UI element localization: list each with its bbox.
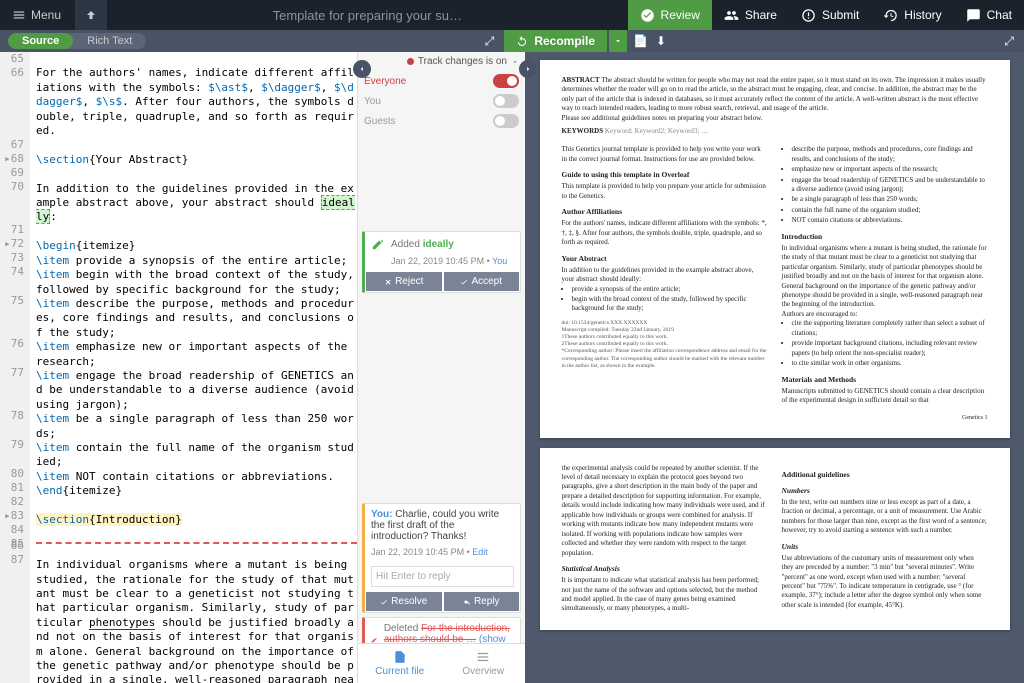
resolve-button[interactable]: Resolve — [366, 592, 442, 611]
divider-left[interactable] — [353, 60, 371, 78]
history-button[interactable]: History — [871, 0, 953, 30]
track-dot-icon — [407, 58, 414, 65]
review-button[interactable]: Review — [628, 0, 712, 30]
top-actions: Review Share Submit History Chat — [628, 0, 1024, 30]
menu-button[interactable]: Menu — [0, 0, 73, 30]
expand-editor-icon[interactable]: ⤢ — [475, 34, 505, 49]
recompile-dropdown[interactable] — [609, 30, 627, 52]
comment-reply-input[interactable]: Hit Enter to reply — [371, 566, 514, 587]
share-button[interactable]: Share — [712, 0, 789, 30]
toggle-you: You — [364, 91, 519, 111]
chat-button[interactable]: Chat — [954, 0, 1024, 30]
toolbar: Source Rich Text ⤢ Recompile 📄 ⬇ ⤢ — [0, 30, 1024, 52]
accept-button[interactable]: Accept — [444, 272, 520, 291]
toggle-everyone: Everyone — [364, 71, 519, 91]
track-changes-header[interactable]: Track changes is on — [358, 52, 525, 71]
toggle-guests-switch[interactable] — [493, 114, 519, 128]
pdf-viewer[interactable]: ABSTRACT The abstract should be written … — [525, 52, 1024, 683]
pdf-toolbar-icons: 📄 ⬇ — [633, 34, 666, 48]
editor-mode-tabs: Source Rich Text — [8, 33, 146, 49]
current-file-tab[interactable]: Current file — [358, 644, 442, 683]
project-title: Template for preparing your su… — [107, 8, 628, 23]
top-bar: Menu Template for preparing your su… Rev… — [0, 0, 1024, 30]
review-tabs: Current file Overview — [358, 643, 525, 683]
toggle-guests: Guests — [364, 111, 519, 131]
track-toggle-options: Everyone You Guests — [358, 71, 525, 131]
menu-label: Menu — [31, 8, 61, 22]
submit-button[interactable]: Submit — [789, 0, 871, 30]
comment-card: You: Charlie, could you write the first … — [362, 503, 521, 613]
review-panel: Track changes is on Everyone You Guests … — [357, 52, 525, 683]
pdf-page-1: ABSTRACT The abstract should be written … — [540, 60, 1010, 438]
pdf-page-2: the experimental analysis could be repea… — [540, 448, 1010, 630]
divider-right[interactable] — [519, 60, 537, 78]
download-icon[interactable]: ⬇ — [656, 34, 666, 48]
recompile-button[interactable]: Recompile — [504, 30, 607, 52]
toggle-everyone-switch[interactable] — [493, 74, 519, 88]
toggle-you-switch[interactable] — [493, 94, 519, 108]
code-editor[interactable]: 656667▸68697071▸7273747576777879808182▸8… — [0, 52, 357, 683]
reply-button[interactable]: Reply — [444, 592, 520, 611]
recompile-bar: Recompile — [504, 30, 627, 52]
up-button[interactable] — [75, 0, 107, 30]
logs-icon[interactable]: 📄 — [633, 34, 648, 48]
source-tab[interactable]: Source — [8, 33, 73, 49]
overview-tab[interactable]: Overview — [442, 644, 526, 683]
change-card-added: Added ideally Jan 22, 2019 10:45 PM • Yo… — [362, 231, 521, 293]
richtext-tab[interactable]: Rich Text — [73, 33, 146, 49]
expand-pdf-icon[interactable]: ⤢ — [994, 34, 1024, 49]
main-area: 656667▸68697071▸7273747576777879808182▸8… — [0, 52, 1024, 683]
reject-button[interactable]: Reject — [366, 272, 442, 291]
